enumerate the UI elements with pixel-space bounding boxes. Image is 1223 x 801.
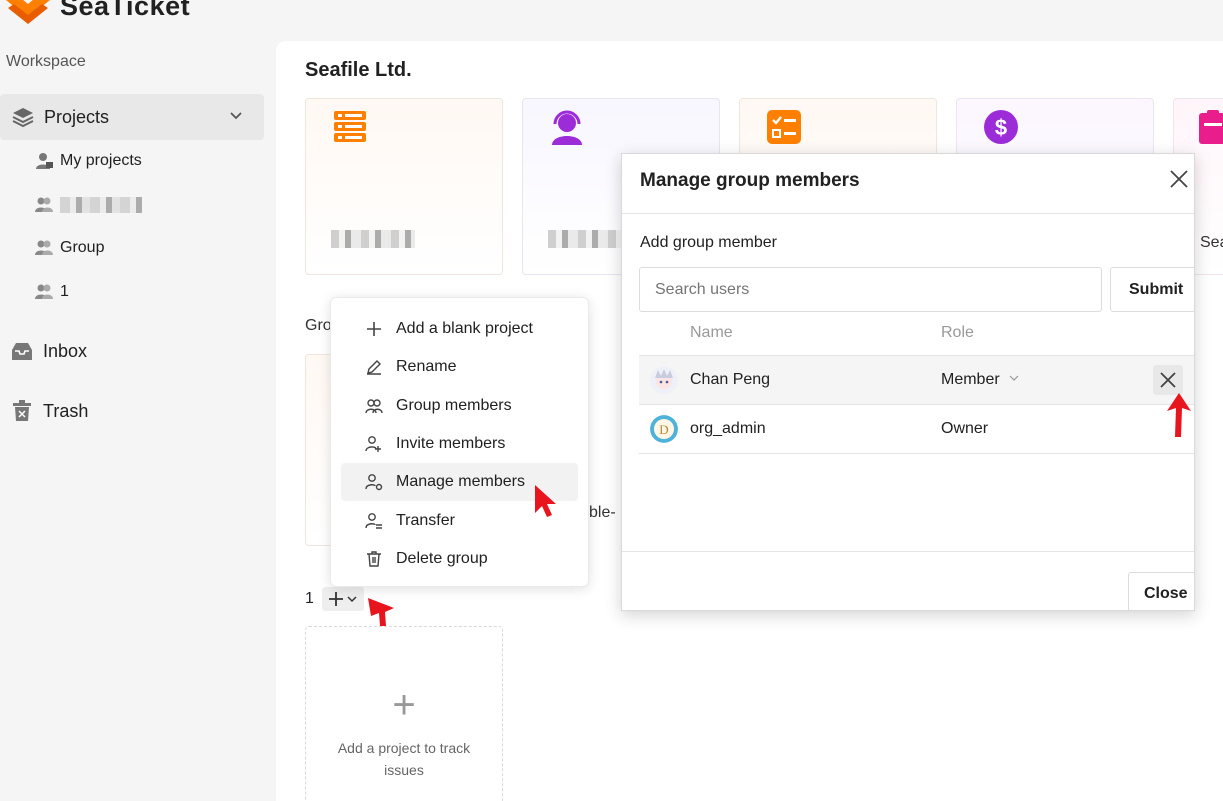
table-divider	[639, 453, 1194, 454]
add-project-text: Add a project to track issues	[337, 740, 471, 778]
page-title: Seafile Ltd.	[305, 59, 412, 81]
chevron-down-icon[interactable]	[228, 107, 244, 123]
trash-icon	[13, 400, 31, 421]
menu-item-group-members[interactable]: Group members	[341, 387, 578, 425]
dialog-header: Manage group members	[622, 154, 1194, 214]
sidebar-item-label: Projects	[44, 106, 110, 127]
cursor-arrow-icon	[1167, 393, 1191, 437]
sidebar-item-label: 1	[60, 283, 69, 300]
menu-item-label: Invite members	[396, 435, 506, 453]
close-button[interactable]: Close	[1128, 572, 1194, 610]
add-project-card[interactable]: + Add a project to track issues	[305, 626, 503, 801]
users-icon	[365, 399, 383, 413]
group-header: 1	[305, 587, 364, 611]
menu-item-label: Rename	[396, 358, 457, 376]
group-name: 1	[305, 590, 314, 607]
column-header-role: Role	[941, 324, 974, 341]
cursor-arrow-icon	[368, 598, 394, 626]
blurred-label	[60, 197, 142, 213]
menu-item-invite-members[interactable]: Invite members	[341, 425, 578, 463]
layers-icon	[12, 108, 34, 128]
menu-item-add-blank-project[interactable]: Add a blank project	[341, 310, 578, 348]
role-select[interactable]: Member	[941, 371, 1020, 389]
server-icon	[334, 111, 366, 142]
workspace-label: Workspace	[6, 53, 86, 70]
sidebar-item-my-projects[interactable]: My projects	[34, 151, 142, 171]
dialog-title: Manage group members	[640, 170, 860, 191]
users-icon	[35, 240, 53, 255]
group-add-dropdown-button[interactable]	[321, 587, 364, 611]
cursor-arrow-icon	[535, 485, 556, 517]
menu-item-delete-group[interactable]: Delete group	[341, 540, 578, 578]
menu-item-label: Add a blank project	[396, 320, 533, 338]
user-gear-icon	[365, 474, 383, 491]
user-transfer-icon	[365, 512, 382, 529]
section-label: Gro	[305, 317, 332, 334]
sidebar: SeaTicket Workspace Projects My projects	[0, 0, 276, 801]
remove-member-button[interactable]	[1153, 365, 1183, 395]
clipboard-icon	[1199, 110, 1223, 144]
menu-item-label: Transfer	[396, 511, 455, 529]
menu-item-rename[interactable]: Rename	[341, 348, 578, 386]
sidebar-item-group[interactable]: Group	[34, 238, 104, 258]
headset-icon	[552, 110, 582, 145]
users-icon	[35, 284, 53, 299]
plus-icon	[367, 322, 381, 337]
submit-button[interactable]: Submit	[1110, 267, 1194, 312]
dialog-footer: Close	[622, 551, 1194, 610]
chevron-down-icon	[347, 596, 357, 603]
pencil-icon	[367, 360, 381, 376]
sidebar-item-label: Trash	[43, 400, 89, 421]
plus-icon	[328, 592, 343, 606]
sidebar-item-inbox[interactable]: Inbox	[10, 340, 87, 362]
sidebar-item-projects[interactable]: Projects	[0, 94, 264, 140]
project-card[interactable]	[305, 98, 503, 275]
table-row: Chan Peng Member	[639, 355, 1194, 404]
close-icon[interactable]	[1168, 168, 1190, 190]
logo-icon	[6, 0, 50, 24]
svg-text:$: $	[995, 115, 1007, 140]
blurred-label	[331, 230, 415, 248]
plus-icon: +	[392, 683, 416, 727]
card-label: ble-	[589, 504, 616, 521]
member-name: Chan Peng	[690, 371, 771, 388]
app-logo[interactable]: SeaTicket	[4, 0, 190, 24]
add-member-label: Add group member	[640, 234, 777, 251]
table-row: D org_admin Owner	[639, 404, 1194, 453]
sidebar-item-label: Group	[60, 239, 105, 256]
member-name: org_admin	[690, 420, 766, 437]
chevron-down-icon	[1009, 375, 1019, 381]
sidebar-item-label: My projects	[60, 152, 142, 169]
menu-item-label: Delete group	[396, 549, 488, 567]
user-plus-icon	[365, 436, 381, 453]
menu-item-label: Manage members	[396, 473, 525, 491]
users-icon	[35, 197, 53, 212]
avatar	[650, 366, 678, 394]
search-users-input[interactable]	[639, 267, 1102, 312]
role-label: Member	[941, 371, 1000, 388]
user-lock-icon	[36, 153, 53, 169]
sidebar-item-1[interactable]: 1	[34, 282, 69, 302]
close-icon	[1160, 372, 1176, 388]
menu-item-label: Group members	[396, 396, 512, 414]
role-label: Owner	[941, 420, 989, 437]
sidebar-item-trash[interactable]: Trash	[10, 400, 88, 422]
avatar: D	[650, 415, 678, 443]
sidebar-item-blurred-group[interactable]	[34, 195, 142, 215]
card-label: Sea	[1200, 234, 1223, 251]
sidebar-item-label: Inbox	[43, 340, 88, 361]
trash-icon	[367, 551, 381, 567]
svg-text:D: D	[659, 422, 668, 437]
inbox-icon	[12, 343, 32, 360]
group-dropdown-menu: Add a blank project Rename Group members…	[330, 297, 589, 587]
checklist-icon	[767, 110, 801, 144]
blurred-label	[548, 230, 632, 248]
manage-members-dialog: Manage group members Add group member Su…	[621, 153, 1195, 611]
dollar-icon: $	[984, 110, 1018, 144]
app-name: SeaTicket	[60, 0, 191, 21]
column-header-name: Name	[690, 324, 733, 341]
